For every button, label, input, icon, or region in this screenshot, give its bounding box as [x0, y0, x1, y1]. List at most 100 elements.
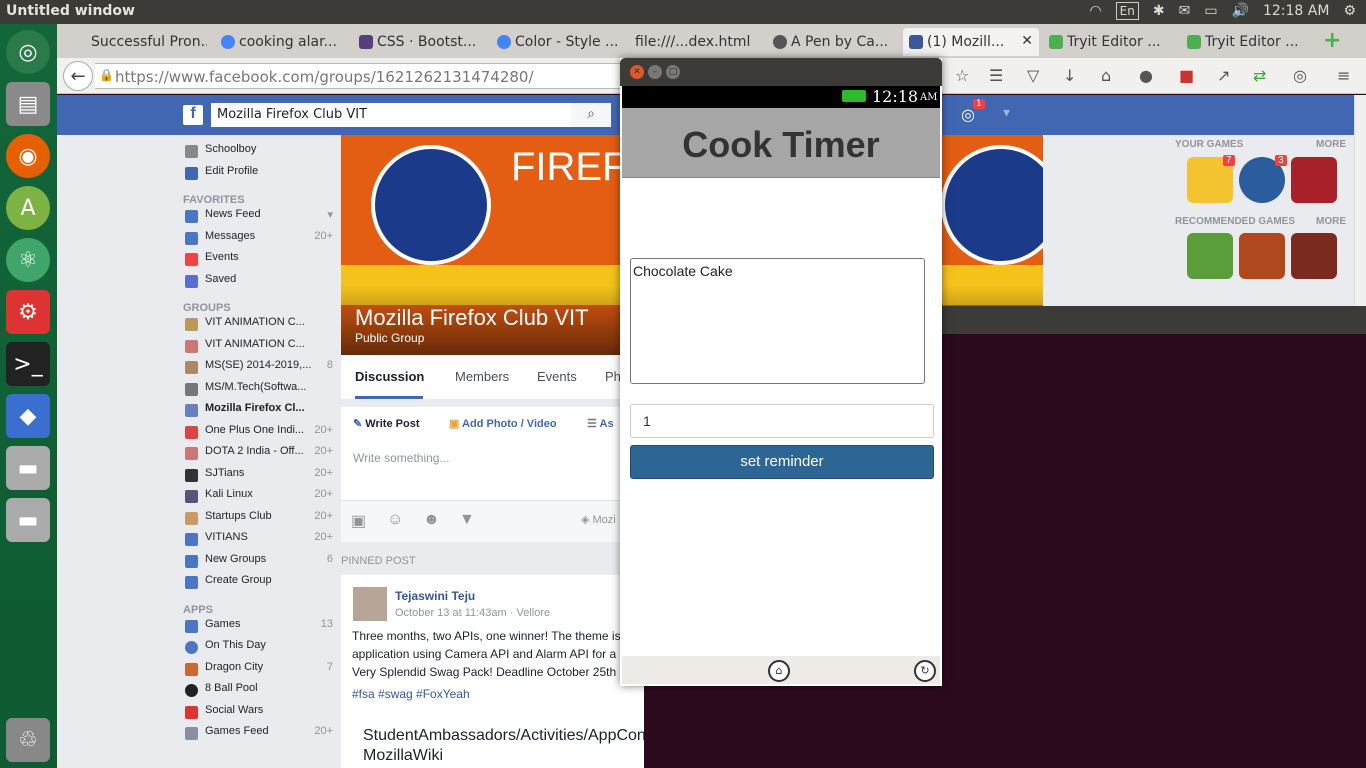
- android-studio-icon[interactable]: A: [6, 186, 50, 230]
- close-tab-icon[interactable]: ✕: [1021, 33, 1033, 49]
- nav-item-events[interactable]: Events: [183, 251, 333, 273]
- search-input[interactable]: Mozilla Firefox Club VIT: [211, 103, 611, 127]
- pocket-icon[interactable]: ▽: [1027, 66, 1039, 85]
- download-icon[interactable]: ↓: [1063, 66, 1076, 85]
- close-window-button[interactable]: ✕: [630, 65, 644, 79]
- nav-item-app[interactable]: Games 13: [183, 618, 333, 640]
- post-input[interactable]: Write something...: [353, 451, 449, 465]
- browser-tab[interactable]: file:///...dex.html: [627, 28, 762, 56]
- more-tab[interactable]: ☰ As: [587, 417, 614, 430]
- group-name[interactable]: Mozilla Firefox Club VIT: [355, 305, 589, 331]
- maximize-window-button[interactable]: □: [666, 65, 680, 79]
- gear-icon[interactable]: ⚙: [1343, 3, 1356, 19]
- minimize-window-button[interactable]: –: [648, 65, 662, 79]
- url-bar[interactable]: 🔒 https://www.facebook.com/groups/1621262…: [95, 63, 655, 89]
- browser-tab[interactable]: Successful Pron...: [67, 28, 207, 56]
- nav-item-new-groups[interactable]: New Groups 6: [183, 553, 333, 575]
- clock[interactable]: 12:18 AM: [1263, 3, 1329, 19]
- bluetooth-icon[interactable]: ✱: [1153, 3, 1165, 19]
- facebook-logo[interactable]: f: [183, 105, 203, 125]
- dungeon-rampage-icon[interactable]: [1239, 233, 1285, 279]
- reading-list-icon[interactable]: ☰: [989, 66, 1003, 85]
- minutes-input[interactable]: 1: [630, 404, 934, 438]
- nav-item-group[interactable]: VIT ANIMATION C...: [183, 316, 333, 338]
- settings-icon[interactable]: ⚙: [6, 290, 50, 334]
- page-scrollbar[interactable]: [1354, 95, 1366, 306]
- new-tab-button[interactable]: +: [1323, 28, 1341, 53]
- nav-item-group[interactable]: SJTians 20+: [183, 467, 333, 489]
- tab-events[interactable]: Events: [537, 369, 577, 384]
- set-reminder-button[interactable]: set reminder: [630, 445, 934, 479]
- feeling-icon[interactable]: ☻: [423, 511, 440, 529]
- files-icon[interactable]: ▤: [6, 82, 50, 126]
- browser-tab[interactable]: Tryit Editor ...: [1181, 28, 1316, 56]
- tab-photos[interactable]: Ph: [605, 369, 621, 384]
- nav-item-edit-profile[interactable]: Edit Profile: [183, 165, 333, 187]
- window-titlebar[interactable]: ✕ – □: [620, 58, 942, 86]
- nav-item-group[interactable]: VITIANS 20+: [183, 531, 333, 553]
- nav-item-app[interactable]: 8 Ball Pool: [183, 682, 333, 704]
- nav-item-saved[interactable]: Saved: [183, 273, 333, 295]
- picker-icon[interactable]: ↗: [1217, 66, 1230, 85]
- tag-friends-icon[interactable]: ☺: [387, 511, 403, 529]
- game-icon[interactable]: [1291, 157, 1337, 203]
- nav-item-create-group[interactable]: Create Group: [183, 574, 333, 596]
- browser-tab[interactable]: Tryit Editor ...: [1043, 28, 1178, 56]
- avatar[interactable]: [353, 587, 387, 621]
- bookmark-star-icon[interactable]: ☆: [955, 66, 969, 85]
- more-link[interactable]: MORE: [1316, 139, 1346, 150]
- link-title[interactable]: StudentAmbassadors/Activities/AppCon: [363, 727, 646, 745]
- background-window-titlebar[interactable]: [940, 306, 1366, 334]
- trash-icon[interactable]: ♲: [6, 718, 50, 762]
- nav-item-group[interactable]: Kali Linux 20+: [183, 488, 333, 510]
- firefox-icon[interactable]: ◉: [6, 134, 50, 178]
- recipe-textarea[interactable]: Chocolate Cake: [630, 258, 925, 384]
- nav-item-profile[interactable]: Schoolboy: [183, 143, 333, 165]
- tab-members[interactable]: Members: [455, 369, 509, 384]
- nav-item-group[interactable]: MS/M.Tech(Softwa...: [183, 381, 333, 403]
- drive-icon[interactable]: ▬: [6, 498, 50, 542]
- browser-tab[interactable]: Color - Style ...: [491, 28, 621, 56]
- nav-item-group[interactable]: MS(SE) 2014-2019,... 8: [183, 359, 333, 381]
- addon-icon[interactable]: ■: [1179, 66, 1194, 85]
- ubuntu-dash-icon[interactable]: ◎: [6, 30, 50, 74]
- nav-item-app[interactable]: Social Wars: [183, 704, 333, 726]
- nav-item-group[interactable]: One Plus One Indi... 20+: [183, 424, 333, 446]
- keyboard-language-indicator[interactable]: En: [1115, 2, 1139, 20]
- browser-tab[interactable]: A Pen by Ca...: [767, 28, 902, 56]
- write-post-tab[interactable]: ✎ Write Post: [353, 417, 419, 430]
- home-icon[interactable]: ⌂: [1101, 66, 1111, 85]
- volume-icon[interactable]: 🔊: [1232, 3, 1249, 19]
- app-icon[interactable]: ◆: [6, 394, 50, 438]
- nav-item-group-active[interactable]: Mozilla Firefox Cl...: [183, 402, 333, 424]
- dungeon-blitz-icon[interactable]: [1291, 233, 1337, 279]
- nav-item-group[interactable]: VIT ANIMATION C...: [183, 338, 333, 360]
- menu-icon[interactable]: ≡: [1337, 66, 1350, 85]
- home-icon[interactable]: ⌂: [768, 660, 790, 682]
- nav-item-group[interactable]: DOTA 2 India - Off... 20+: [183, 445, 333, 467]
- soccer-game-icon[interactable]: [1187, 233, 1233, 279]
- post-meta[interactable]: October 13 at 11:43am · Vellore: [395, 607, 550, 619]
- privacy-selector[interactable]: ◈ Mozi: [581, 513, 616, 526]
- terminal-icon[interactable]: >_: [6, 342, 50, 386]
- browser-tab[interactable]: CSS · Bootst...: [353, 28, 483, 56]
- post-hashtags[interactable]: #fsa #swag #FoxYeah: [352, 687, 470, 701]
- sync-icon[interactable]: ⇄: [1253, 66, 1266, 85]
- chat-icon[interactable]: ●: [1139, 66, 1153, 85]
- browser-tab[interactable]: cooking alar...: [215, 28, 345, 56]
- add-photo-tab[interactable]: ▣ Add Photo / Video: [449, 417, 557, 430]
- nav-item-group[interactable]: Startups Club 20+: [183, 510, 333, 532]
- wifi-icon[interactable]: ◠: [1089, 3, 1101, 19]
- nav-item-messages[interactable]: Messages 20+: [183, 230, 333, 252]
- nav-item-news-feed[interactable]: News Feed ▾: [183, 208, 333, 230]
- location-icon[interactable]: ▼: [459, 511, 475, 529]
- refresh-icon[interactable]: ↻: [914, 660, 936, 682]
- more-link[interactable]: MORE: [1316, 216, 1346, 227]
- nav-item-app[interactable]: Games Feed 20+: [183, 725, 333, 747]
- nav-item-app[interactable]: Dragon City 7: [183, 661, 333, 683]
- nav-item-app[interactable]: On This Day: [183, 639, 333, 661]
- browser-tab-active[interactable]: (1) Mozill... ✕: [903, 28, 1039, 56]
- camera-icon[interactable]: ▣: [351, 511, 366, 531]
- back-button[interactable]: ←: [63, 61, 93, 91]
- atom-icon[interactable]: ⚛: [6, 238, 50, 282]
